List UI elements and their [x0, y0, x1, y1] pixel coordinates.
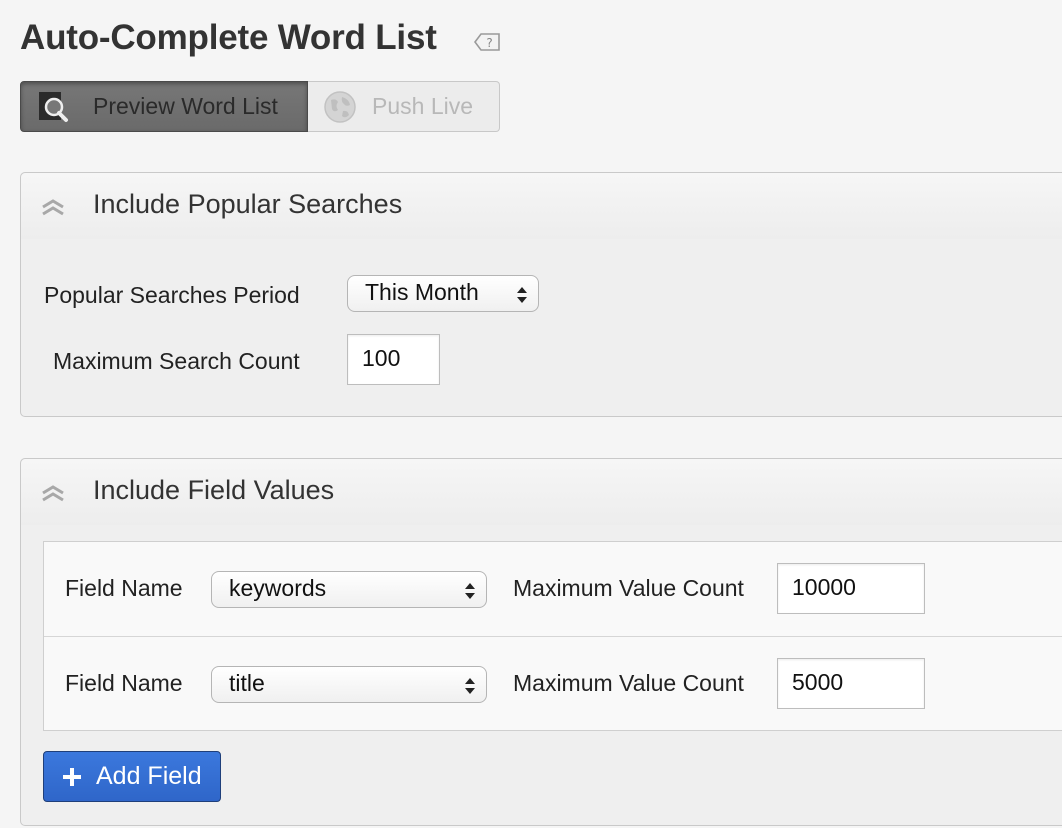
max-search-count-input[interactable]: 100: [347, 334, 440, 385]
select-arrows-icon: [517, 287, 527, 303]
svg-text:?: ?: [486, 36, 492, 50]
popular-period-value: This Month: [365, 279, 479, 305]
field-list: Field Name keywords Maximum Value Count …: [43, 541, 1062, 731]
field-name-label: Field Name: [65, 575, 183, 601]
max-value-count-label: Maximum Value Count: [513, 575, 744, 601]
push-live-label: Push Live: [372, 93, 474, 119]
page-title: Auto-Complete Word List: [20, 18, 437, 57]
field-row: Field Name title Maximum Value Count 500…: [44, 636, 1062, 730]
field-name-select[interactable]: keywords: [211, 571, 487, 608]
field-values-header[interactable]: Include Field Values: [21, 459, 1062, 525]
max-search-count-label: Maximum Search Count: [53, 348, 300, 374]
select-arrows-icon: [465, 583, 475, 599]
field-name-label: Field Name: [65, 670, 183, 696]
chevron-double-up-icon[interactable]: [39, 481, 67, 505]
toolbar: Preview Word List Push Live: [20, 81, 500, 132]
field-name-select[interactable]: title: [211, 666, 487, 703]
magnify-document-icon: [39, 91, 68, 122]
popular-searches-title: Include Popular Searches: [93, 189, 403, 219]
globe-icon: [324, 90, 356, 123]
preview-label: Preview Word List: [93, 93, 278, 119]
field-name-value: keywords: [229, 575, 327, 601]
push-live-button[interactable]: Push Live: [308, 81, 500, 132]
add-field-button[interactable]: Add Field: [43, 751, 221, 802]
add-field-label: Add Field: [96, 762, 202, 790]
popular-searches-panel: Include Popular Searches Popular Searche…: [20, 172, 1062, 417]
popular-period-select[interactable]: This Month: [347, 275, 539, 312]
max-value-count-input[interactable]: 5000: [777, 658, 925, 709]
field-values-panel: Include Field Values Field Name keywords…: [20, 458, 1062, 826]
popular-period-label: Popular Searches Period: [44, 282, 300, 308]
help-tag-icon[interactable]: ?: [473, 32, 501, 52]
popular-searches-header[interactable]: Include Popular Searches: [21, 173, 1062, 239]
max-value-count-input[interactable]: 10000: [777, 563, 925, 614]
max-value-count-label: Maximum Value Count: [513, 670, 744, 696]
field-values-title: Include Field Values: [93, 475, 335, 505]
select-arrows-icon: [465, 678, 475, 694]
plus-icon: [63, 767, 81, 786]
field-row: Field Name keywords Maximum Value Count …: [44, 542, 1062, 636]
preview-word-list-button[interactable]: Preview Word List: [20, 81, 308, 132]
chevron-double-up-icon[interactable]: [39, 195, 67, 219]
field-name-value: title: [229, 670, 265, 696]
